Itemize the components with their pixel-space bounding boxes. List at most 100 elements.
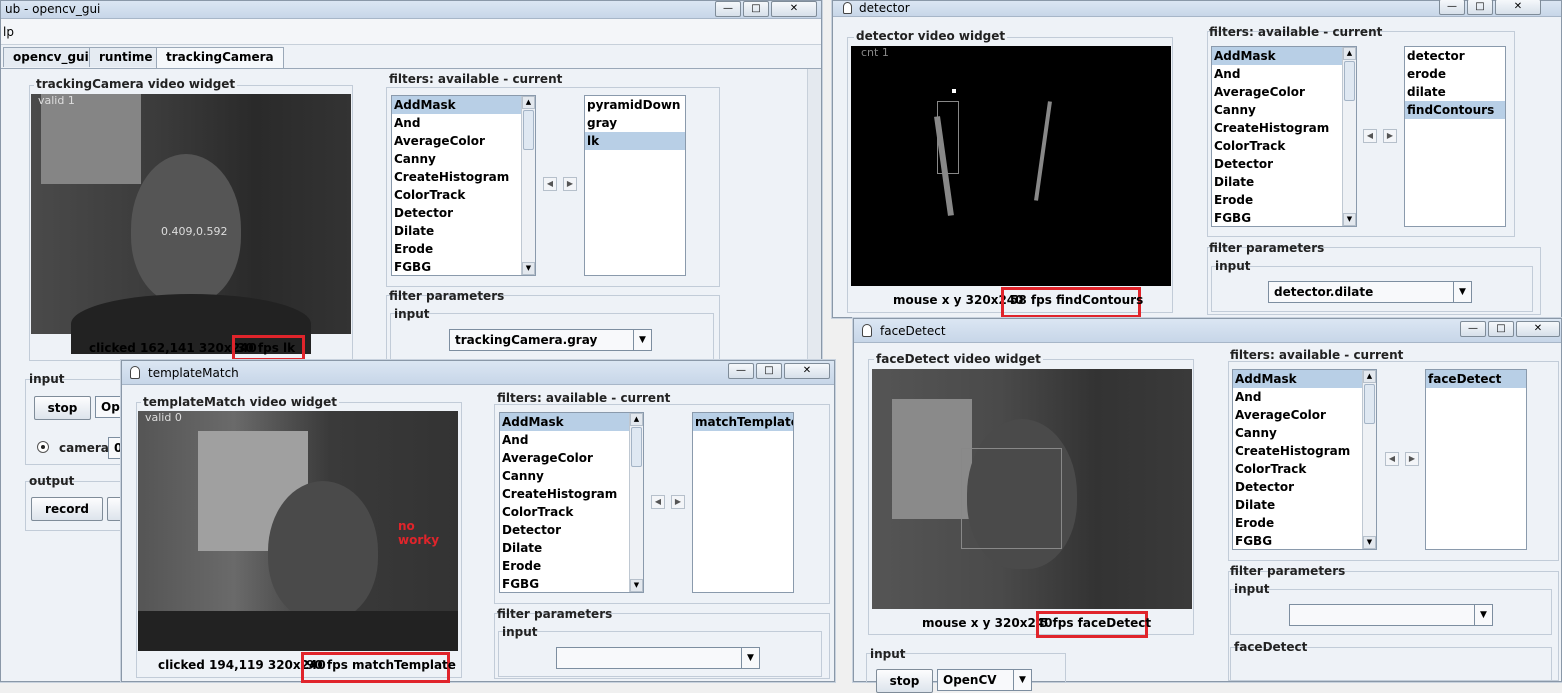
arrow-left-icon[interactable]: ◀ <box>543 177 557 191</box>
close-icon[interactable]: ✕ <box>1495 0 1541 15</box>
detector-current-list[interactable]: detector erode dilate findContours <box>1404 46 1506 227</box>
tab-runtime[interactable]: runtime <box>89 47 163 67</box>
facedetect-video-frame[interactable] <box>872 369 1192 609</box>
list-item[interactable]: matchTemplate <box>693 413 793 431</box>
scroll-down-icon[interactable]: ▼ <box>1363 536 1376 549</box>
chevron-down-icon[interactable]: ▼ <box>1013 670 1031 690</box>
arrow-left-icon[interactable]: ◀ <box>651 495 665 509</box>
minimize-icon[interactable]: — <box>715 1 741 17</box>
list-item[interactable]: ColorTrack <box>1233 460 1376 478</box>
chevron-down-icon[interactable]: ▼ <box>741 648 759 668</box>
list-item[interactable]: FGBG <box>1212 209 1356 226</box>
maximize-icon[interactable]: □ <box>743 1 769 17</box>
list-item[interactable]: Detector <box>392 204 535 222</box>
chevron-down-icon[interactable]: ▼ <box>633 330 651 350</box>
minimize-icon[interactable]: — <box>1460 321 1486 337</box>
facedetect-available-list[interactable]: AddMask And AverageColor Canny CreateHistogr… <box>1232 369 1377 550</box>
list-item[interactable]: And <box>1212 65 1356 83</box>
list-item[interactable]: CreateHistogram <box>500 485 643 503</box>
list-item[interactable]: gray <box>585 114 685 132</box>
scroll-down-icon[interactable]: ▼ <box>630 579 643 592</box>
arrow-right-icon[interactable]: ▶ <box>671 495 685 509</box>
list-item[interactable]: Dilate <box>1233 496 1376 514</box>
list-item[interactable]: Dilate <box>392 222 535 240</box>
scroll-down-icon[interactable]: ▼ <box>1343 213 1356 226</box>
scroll-thumb[interactable] <box>631 427 642 467</box>
scroll-down-icon[interactable]: ▼ <box>522 262 535 275</box>
templatematch-filter-select[interactable]: ▼ <box>556 647 760 669</box>
templatematch-available-list[interactable]: AddMask And AverageColor Canny CreateHistogr… <box>499 412 644 593</box>
list-item[interactable]: Detector <box>1212 155 1356 173</box>
list-item[interactable]: And <box>1233 388 1376 406</box>
tracking-video-frame[interactable]: valid 1 0.409,0.592 <box>31 94 351 354</box>
list-item[interactable]: Dilate <box>1212 173 1356 191</box>
list-item[interactable]: Erode <box>500 557 643 575</box>
tab-opencv-gui[interactable]: opencv_gui <box>3 47 99 67</box>
list-item[interactable]: detector <box>1405 47 1505 65</box>
list-item[interactable]: FGBG <box>392 258 535 275</box>
list-item[interactable]: Erode <box>1212 191 1356 209</box>
list-item[interactable]: CreateHistogram <box>1233 442 1376 460</box>
templatematch-available-scrollbar[interactable]: ▲ ▼ <box>629 413 643 592</box>
templatematch-current-list[interactable]: matchTemplate <box>692 412 794 593</box>
arrow-right-icon[interactable]: ▶ <box>1383 129 1397 143</box>
facedetect-filter-select[interactable]: ▼ <box>1289 604 1493 626</box>
list-item[interactable]: FGBG <box>500 575 643 592</box>
close-icon[interactable]: ✕ <box>771 1 817 17</box>
stop-button[interactable]: stop <box>34 396 91 420</box>
close-icon[interactable]: ✕ <box>784 363 830 379</box>
detector-filter-select[interactable]: detector.dilate ▼ <box>1268 281 1472 303</box>
list-item[interactable]: Detector <box>500 521 643 539</box>
list-item[interactable]: AverageColor <box>1212 83 1356 101</box>
record-button[interactable]: record <box>31 497 103 521</box>
list-item[interactable]: AverageColor <box>1233 406 1376 424</box>
facedetect-capture-select[interactable]: OpenCV ▼ <box>937 669 1032 691</box>
list-item[interactable]: lk <box>585 132 685 150</box>
list-item[interactable]: ColorTrack <box>392 186 535 204</box>
list-item[interactable]: FGBG <box>1233 532 1376 549</box>
tracking-current-list[interactable]: pyramidDown gray lk <box>584 95 686 276</box>
scroll-thumb[interactable] <box>1364 384 1375 424</box>
detector-video-frame[interactable]: cnt 1 <box>851 46 1171 286</box>
chevron-down-icon[interactable]: ▼ <box>1474 605 1492 625</box>
list-item[interactable]: AddMask <box>500 413 643 431</box>
tracking-available-list[interactable]: AddMask And AverageColor Canny CreateHistogr… <box>391 95 536 276</box>
list-item[interactable]: AverageColor <box>392 132 535 150</box>
list-item[interactable]: Canny <box>392 150 535 168</box>
list-item[interactable]: erode <box>1405 65 1505 83</box>
main-titlebar[interactable]: ub - opencv_gui — □ ✕ <box>1 1 821 19</box>
list-item[interactable]: Detector <box>1233 478 1376 496</box>
arrow-left-icon[interactable]: ◀ <box>1363 129 1377 143</box>
arrow-right-icon[interactable]: ▶ <box>1405 452 1419 466</box>
list-item[interactable]: AddMask <box>1212 47 1356 65</box>
minimize-icon[interactable]: — <box>728 363 754 379</box>
scroll-up-icon[interactable]: ▲ <box>522 96 535 109</box>
tracking-filter-select[interactable]: trackingCamera.gray ▼ <box>449 329 652 351</box>
scroll-thumb[interactable] <box>523 110 534 150</box>
arrow-left-icon[interactable]: ◀ <box>1385 452 1399 466</box>
scroll-up-icon[interactable]: ▲ <box>1363 370 1376 383</box>
scroll-up-icon[interactable]: ▲ <box>1343 47 1356 60</box>
close-icon[interactable]: ✕ <box>1516 321 1560 337</box>
maximize-icon[interactable]: □ <box>756 363 782 379</box>
list-item[interactable]: Erode <box>1233 514 1376 532</box>
list-item[interactable]: AddMask <box>392 96 535 114</box>
tracking-available-scrollbar[interactable]: ▲ ▼ <box>521 96 535 275</box>
list-item[interactable]: And <box>500 431 643 449</box>
facedetect-available-scrollbar[interactable]: ▲ ▼ <box>1362 370 1376 549</box>
detector-titlebar[interactable]: detector — □ ✕ <box>833 0 1561 17</box>
detector-available-scrollbar[interactable]: ▲ ▼ <box>1342 47 1356 226</box>
list-item[interactable]: ColorTrack <box>1212 137 1356 155</box>
list-item[interactable]: Canny <box>1212 101 1356 119</box>
facedetect-current-list[interactable]: faceDetect <box>1425 369 1527 550</box>
list-item[interactable]: CreateHistogram <box>392 168 535 186</box>
list-item[interactable]: Canny <box>1233 424 1376 442</box>
chevron-down-icon[interactable]: ▼ <box>1453 282 1471 302</box>
templatematch-video-frame[interactable]: valid 0 no worky <box>138 411 458 651</box>
facedetect-titlebar[interactable]: faceDetect — □ ✕ <box>854 319 1561 343</box>
list-item[interactable]: ColorTrack <box>500 503 643 521</box>
list-item[interactable]: AverageColor <box>500 449 643 467</box>
list-item[interactable]: AddMask <box>1233 370 1376 388</box>
templatematch-titlebar[interactable]: templateMatch — □ ✕ <box>122 361 834 385</box>
tab-tracking-camera[interactable]: trackingCamera <box>156 47 284 68</box>
